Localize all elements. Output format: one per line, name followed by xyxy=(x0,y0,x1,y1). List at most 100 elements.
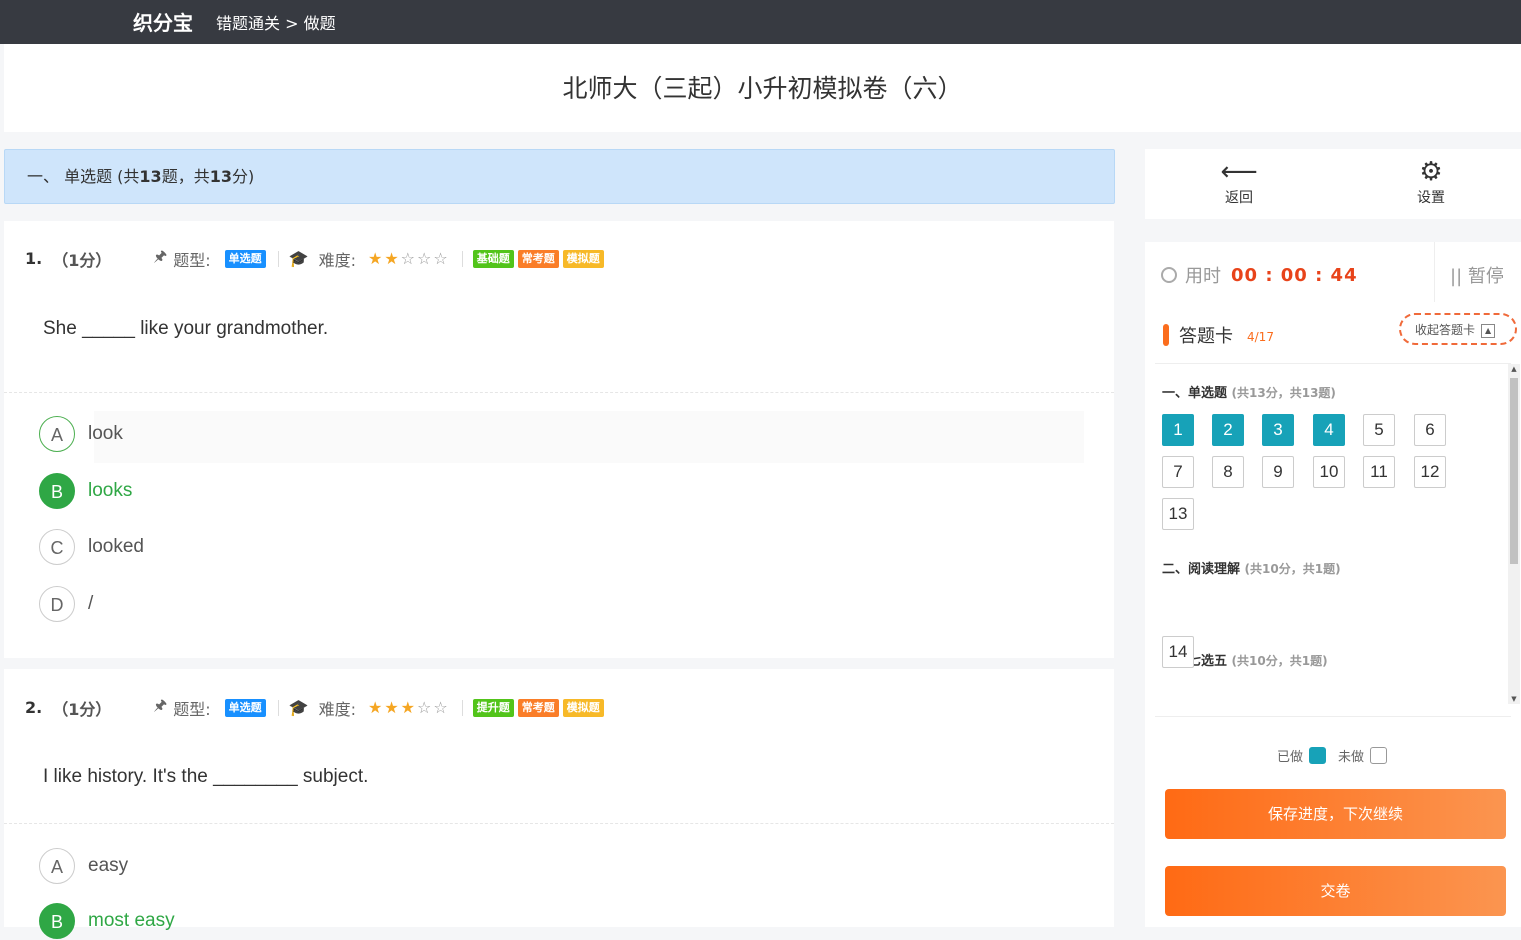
option-text: looks xyxy=(88,480,133,501)
star-icon: ★★★ xyxy=(367,698,418,717)
answer-card-scrollbar[interactable]: ▲ ▼ xyxy=(1508,364,1520,704)
legend: 已做 未做 xyxy=(1277,746,1399,765)
breadcrumb[interactable]: 错题通关 > 做题 xyxy=(216,10,336,34)
divider xyxy=(1434,242,1435,302)
divider xyxy=(461,699,463,716)
option-letter: A xyxy=(39,416,75,452)
divider xyxy=(277,699,279,716)
answer-cell-8[interactable]: 8 xyxy=(1212,456,1244,488)
answer-cell-9[interactable]: 9 xyxy=(1262,456,1294,488)
option-b[interactable]: B most easy xyxy=(39,902,175,940)
option-a[interactable]: A look xyxy=(39,415,123,453)
answer-cell-6[interactable]: 6 xyxy=(1414,414,1446,446)
answer-cell-11[interactable]: 11 xyxy=(1363,456,1395,488)
option-letter: B xyxy=(39,903,75,939)
timer-value: 00 : 00 : 44 xyxy=(1231,264,1358,286)
option-letter: D xyxy=(39,586,75,622)
answer-cell-14[interactable]: 14 xyxy=(1162,636,1194,668)
question-number: 2. xyxy=(25,698,43,717)
tag-mock: 模拟题 xyxy=(562,249,604,268)
scroll-down-icon[interactable]: ▼ xyxy=(1508,695,1520,703)
option-letter: C xyxy=(39,529,75,565)
question-card-1: 1. （1分） 🖈 题型: 单选题 🎓 难度: ★★☆☆☆ 基础题 常考题 模拟… xyxy=(4,221,1114,658)
answer-card-grid: 一、单选题 (共13分，共13题) 二、阅读理解 (共10分，共1题) 三、七选… xyxy=(1145,364,1507,704)
clock-icon xyxy=(1161,267,1177,283)
save-progress-button[interactable]: 保存进度，下次继续 xyxy=(1165,789,1506,839)
timer: 用时 00 : 00 : 44 xyxy=(1161,262,1358,288)
option-text: easy xyxy=(88,855,129,876)
tag-basic: 基础题 xyxy=(472,249,514,268)
arrow-left-icon: ⟵ xyxy=(1220,157,1258,187)
back-button[interactable]: ⟵ 返回 xyxy=(1209,157,1269,207)
legend-done-label: 已做 xyxy=(1277,750,1304,765)
option-b[interactable]: B looks xyxy=(39,472,132,510)
brand-logo[interactable]: 织分宝 xyxy=(133,7,193,36)
accent-bar xyxy=(1163,324,1169,346)
type-label: 题型: xyxy=(173,250,211,270)
tag-common: 常考题 xyxy=(517,698,559,717)
legend-todo-swatch xyxy=(1370,747,1388,764)
divider xyxy=(4,392,1114,393)
question-meta: 1. （1分） 🖈 题型: 单选题 🎓 难度: ★★☆☆☆ 基础题 常考题 模拟… xyxy=(25,246,604,271)
pin-icon: 🖈 xyxy=(153,247,168,265)
difficulty-label: 难度: xyxy=(318,250,356,270)
exam-title: 北师大（三起）小升初模拟卷（六） xyxy=(562,74,963,103)
group-title-1: 一、单选题 (共13分，共13题) xyxy=(1162,386,1336,401)
option-hover-bg xyxy=(94,411,1084,463)
difficulty-label: 难度: xyxy=(318,699,356,719)
collapse-card-button[interactable]: 收起答题卡 ▲ xyxy=(1399,313,1517,345)
answer-cell-5[interactable]: 5 xyxy=(1363,414,1395,446)
option-text: / xyxy=(88,593,94,614)
divider xyxy=(277,250,279,267)
divider xyxy=(461,250,463,267)
nav-box: ⟵ 返回 ⚙ 设置 xyxy=(1145,149,1521,219)
option-text: look xyxy=(88,423,123,444)
star-icon: ★★ xyxy=(367,249,401,268)
collapse-up-icon: ▲ xyxy=(1481,323,1496,338)
pause-button[interactable]: || 暂停 xyxy=(1450,262,1504,288)
answer-card-header: 答题卡 4/17 xyxy=(1163,322,1274,348)
tag-advanced: 提升题 xyxy=(472,698,514,717)
back-label: 返回 xyxy=(1225,190,1253,206)
star-empty-icon: ☆☆ xyxy=(417,698,450,717)
graduation-cap-icon: 🎓 xyxy=(288,249,309,268)
answer-cell-10[interactable]: 10 xyxy=(1313,456,1345,488)
section-label: 一、 单选题 (共13题，共13分) xyxy=(27,167,255,186)
star-empty-icon: ☆☆☆ xyxy=(400,249,450,268)
scroll-up-icon[interactable]: ▲ xyxy=(1508,365,1520,373)
answer-card-title: 答题卡 xyxy=(1179,326,1233,347)
answer-cell-13[interactable]: 13 xyxy=(1162,498,1194,530)
option-text: looked xyxy=(88,536,144,557)
question-points: （1分） xyxy=(52,250,112,270)
difficulty-stars: ★★★☆☆ xyxy=(368,698,450,717)
option-text: most easy xyxy=(88,910,175,931)
option-a[interactable]: A easy xyxy=(39,847,128,885)
tag-common: 常考题 xyxy=(517,249,559,268)
answer-cell-12[interactable]: 12 xyxy=(1414,456,1446,488)
question-text: I like history. It's the ________ subjec… xyxy=(43,766,369,787)
option-d[interactable]: D / xyxy=(39,585,93,623)
type-tag: 单选题 xyxy=(224,698,266,717)
answer-cell-1[interactable]: 1 xyxy=(1162,414,1194,446)
answer-cell-7[interactable]: 7 xyxy=(1162,456,1194,488)
pin-icon: 🖈 xyxy=(153,696,168,714)
legend-done-swatch xyxy=(1309,747,1327,764)
legend-todo-label: 未做 xyxy=(1338,750,1365,765)
difficulty-stars: ★★☆☆☆ xyxy=(368,249,450,268)
divider xyxy=(4,823,1114,824)
answer-cell-2[interactable]: 2 xyxy=(1212,414,1244,446)
settings-button[interactable]: ⚙ 设置 xyxy=(1401,157,1461,207)
option-c[interactable]: C looked xyxy=(39,528,144,566)
exam-title-box: 北师大（三起）小升初模拟卷（六） xyxy=(4,44,1521,132)
scroll-thumb[interactable] xyxy=(1510,378,1518,564)
submit-button[interactable]: 交卷 xyxy=(1165,866,1506,916)
answer-panel: 用时 00 : 00 : 44 || 暂停 答题卡 4/17 收起答题卡 ▲ 一、… xyxy=(1145,242,1521,927)
answer-cell-3[interactable]: 3 xyxy=(1262,414,1294,446)
question-meta: 2. （1分） 🖈 题型: 单选题 🎓 难度: ★★★☆☆ 提升题 常考题 模拟… xyxy=(25,695,604,720)
divider xyxy=(1155,716,1511,717)
group-title-2: 二、阅读理解 (共10分，共1题) xyxy=(1162,562,1341,577)
option-letter: A xyxy=(39,848,75,884)
question-card-2: 2. （1分） 🖈 题型: 单选题 🎓 难度: ★★★☆☆ 提升题 常考题 模拟… xyxy=(4,669,1114,939)
settings-label: 设置 xyxy=(1417,190,1445,206)
answer-cell-4[interactable]: 4 xyxy=(1313,414,1345,446)
